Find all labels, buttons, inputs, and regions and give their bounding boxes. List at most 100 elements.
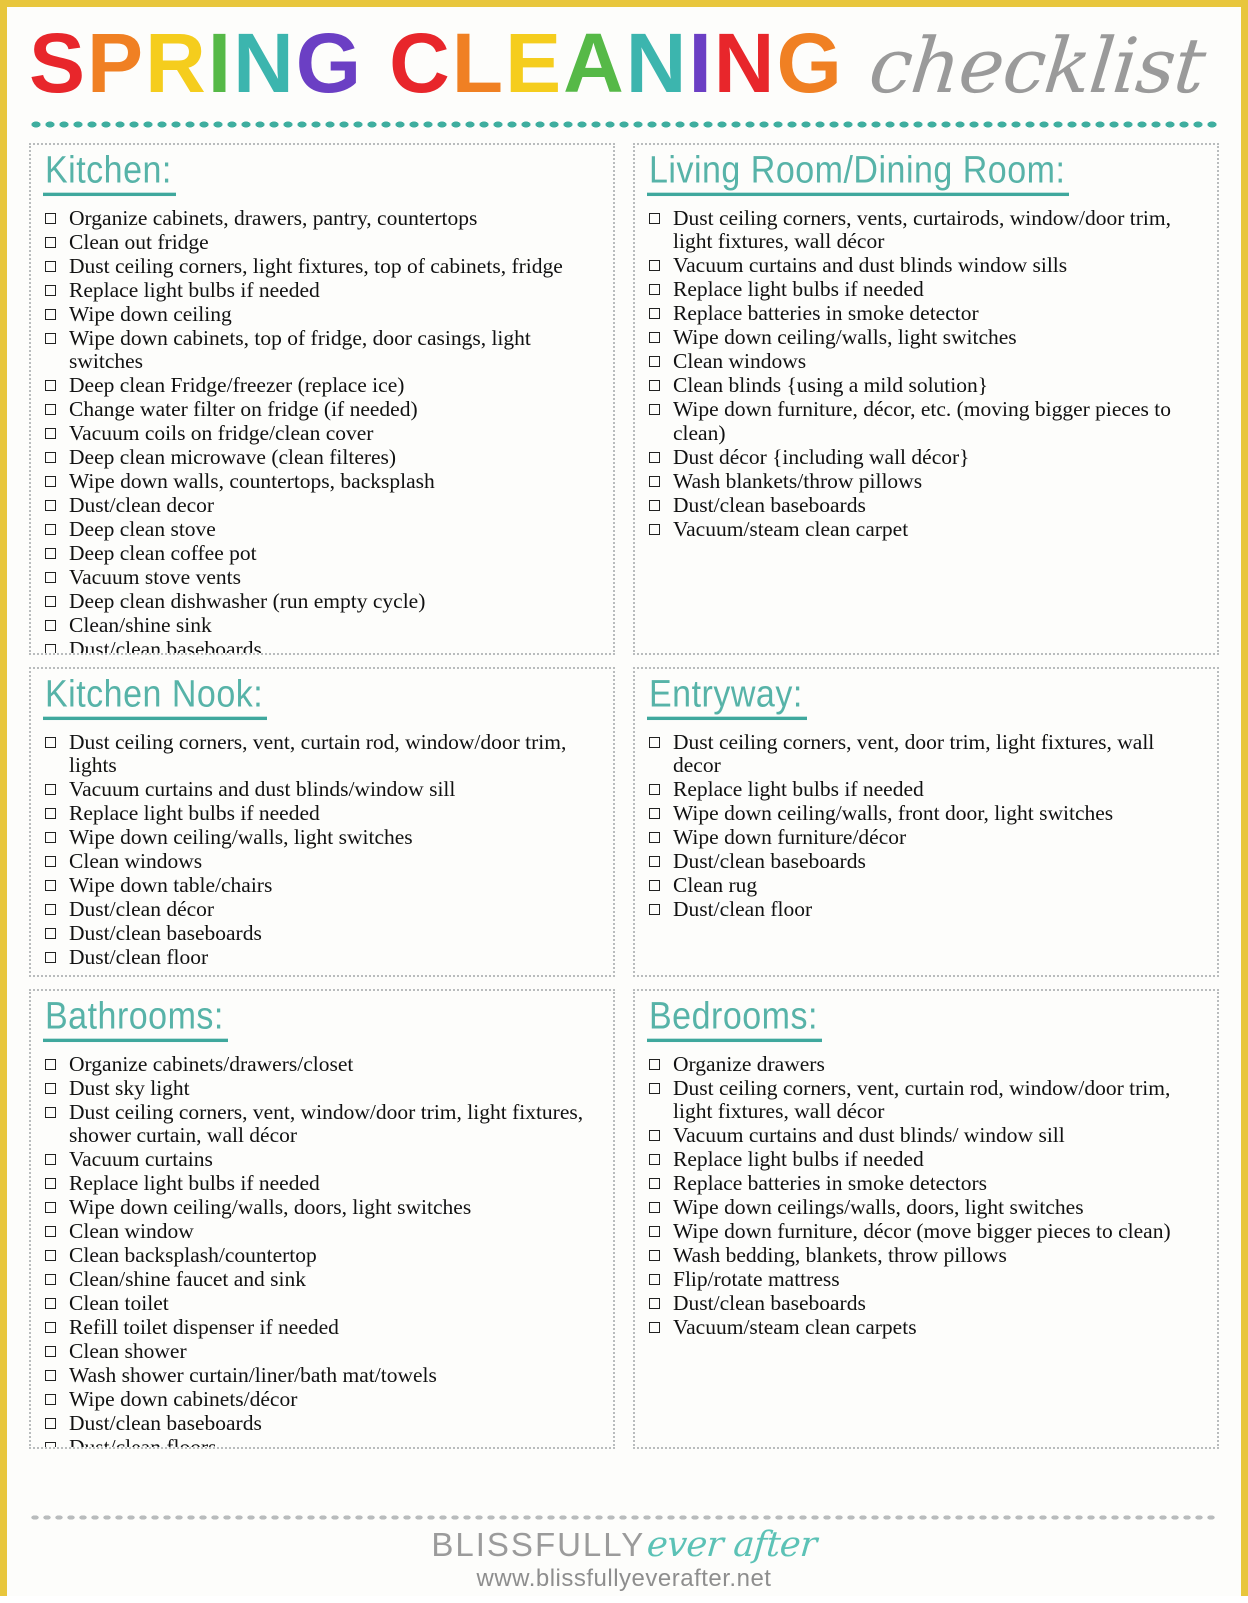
checklist-item[interactable]: Replace light bulbs if needed	[43, 802, 603, 826]
checkbox-icon[interactable]	[45, 1274, 56, 1286]
checkbox-icon[interactable]	[649, 1058, 660, 1070]
checkbox-icon[interactable]	[45, 1346, 56, 1358]
checkbox-icon[interactable]	[649, 832, 660, 844]
checkbox-icon[interactable]	[45, 1370, 56, 1382]
checklist-item[interactable]: Clean windows	[43, 850, 603, 874]
checkbox-icon[interactable]	[649, 1298, 660, 1310]
checkbox-icon[interactable]	[45, 524, 56, 536]
checkbox-icon[interactable]	[45, 736, 56, 748]
checkbox-icon[interactable]	[45, 284, 56, 296]
checklist-item[interactable]: Dust ceiling corners, vent, window/door …	[43, 1100, 603, 1148]
checklist-item[interactable]: Dust ceiling corners, vent, curtain rod,…	[647, 1076, 1207, 1124]
checklist-item[interactable]: Replace light bulbs if needed	[647, 278, 1207, 302]
checklist-item[interactable]: Dust/clean baseboards	[647, 1292, 1207, 1316]
checkbox-icon[interactable]	[45, 880, 56, 892]
checkbox-icon[interactable]	[45, 856, 56, 868]
checklist-item[interactable]: Wipe down ceiling/walls, light switches	[647, 326, 1207, 350]
checklist-item[interactable]: Deep clean Fridge/freezer (replace ice)	[43, 374, 603, 398]
checkbox-icon[interactable]	[649, 1274, 660, 1286]
checkbox-icon[interactable]	[649, 523, 660, 535]
checklist-item[interactable]: Wipe down ceiling	[43, 302, 603, 327]
checklist-item[interactable]: Wipe down ceiling/walls, light switches	[43, 826, 603, 850]
checkbox-icon[interactable]	[45, 260, 56, 272]
checklist-item[interactable]: Dust/clean baseboards	[43, 922, 603, 946]
checklist-item[interactable]: Wipe down ceiling/walls, doors, light sw…	[43, 1196, 603, 1220]
checklist-item[interactable]: Wash shower curtain/liner/bath mat/towel…	[43, 1364, 603, 1388]
checklist-item[interactable]: Wipe down furniture/décor	[647, 826, 1207, 850]
checkbox-icon[interactable]	[649, 1226, 660, 1238]
checklist-item[interactable]: Vacuum coils on fridge/clean cover	[43, 422, 603, 446]
checkbox-icon[interactable]	[649, 1154, 660, 1166]
checkbox-icon[interactable]	[45, 1226, 56, 1238]
checklist-item[interactable]: Flip/rotate mattress	[647, 1268, 1207, 1292]
checkbox-icon[interactable]	[45, 452, 56, 464]
checklist-item[interactable]: Refill toilet dispenser if needed	[43, 1316, 603, 1340]
checklist-item[interactable]: Deep clean coffee pot	[43, 542, 603, 566]
checklist-item[interactable]: Wipe down cabinets, top of fridge, door …	[43, 326, 603, 374]
checkbox-icon[interactable]	[45, 476, 56, 488]
checkbox-icon[interactable]	[45, 548, 56, 560]
checkbox-icon[interactable]	[45, 928, 56, 940]
checklist-item[interactable]: Dust ceiling corners, vent, curtain rod,…	[43, 730, 603, 778]
checklist-item[interactable]: Dust/clean floor	[647, 898, 1207, 922]
checkbox-icon[interactable]	[45, 644, 56, 653]
checklist-item[interactable]: Clean backsplash/countertop	[43, 1244, 603, 1268]
checkbox-icon[interactable]	[45, 596, 56, 608]
checklist-item[interactable]: Replace light bulbs if needed	[647, 778, 1207, 802]
checkbox-icon[interactable]	[45, 500, 56, 512]
checkbox-icon[interactable]	[45, 1250, 56, 1262]
checkbox-icon[interactable]	[649, 332, 660, 344]
checklist-item[interactable]: Dust/clean baseboards	[647, 493, 1207, 518]
checklist-item[interactable]: Dust/clean décor	[43, 898, 603, 922]
checkbox-icon[interactable]	[649, 1178, 660, 1190]
checkbox-icon[interactable]	[45, 332, 56, 344]
checklist-item[interactable]: Dust/clean baseboards	[43, 1412, 603, 1436]
checkbox-icon[interactable]	[45, 1298, 56, 1310]
checklist-item[interactable]: Vacuum curtains and dust blinds window s…	[647, 254, 1207, 278]
checklist-item[interactable]: Dust sky light	[43, 1076, 603, 1101]
checklist-item[interactable]: Wipe down ceilings/walls, doors, light s…	[647, 1196, 1207, 1220]
checkbox-icon[interactable]	[45, 952, 56, 964]
checklist-item[interactable]: Vacuum curtains	[43, 1148, 603, 1172]
checkbox-icon[interactable]	[45, 236, 56, 248]
checkbox-icon[interactable]	[45, 808, 56, 820]
checkbox-icon[interactable]	[649, 499, 660, 511]
checklist-item[interactable]: Replace light bulbs if needed	[43, 278, 603, 303]
checklist-item[interactable]: Wipe down walls, countertops, backsplash	[43, 470, 603, 494]
checklist-item[interactable]: Vacuum stove vents	[43, 566, 603, 590]
checklist-item[interactable]: Vacuum curtains and dust blinds/ window …	[647, 1124, 1207, 1148]
checklist-item[interactable]: Replace batteries in smoke detectors	[647, 1172, 1207, 1196]
checkbox-icon[interactable]	[45, 904, 56, 916]
checklist-item[interactable]: Clean toilet	[43, 1292, 603, 1316]
checkbox-icon[interactable]	[649, 1250, 660, 1262]
checkbox-icon[interactable]	[45, 428, 56, 440]
checklist-item[interactable]: Replace batteries in smoke detector	[647, 302, 1207, 326]
checklist-item[interactable]: Wash blankets/throw pillows	[647, 469, 1207, 494]
checkbox-icon[interactable]	[45, 1418, 56, 1430]
checkbox-icon[interactable]	[45, 308, 56, 320]
checklist-item[interactable]: Dust/clean floor	[43, 946, 603, 970]
checkbox-icon[interactable]	[45, 1322, 56, 1334]
checkbox-icon[interactable]	[45, 1442, 56, 1447]
checklist-item[interactable]: Wipe down furniture, décor, etc. (moving…	[647, 397, 1207, 445]
checklist-item[interactable]: Dust/clean baseboards	[43, 638, 603, 653]
checklist-item[interactable]: Dust/clean baseboards	[647, 850, 1207, 874]
checklist-item[interactable]: Clean window	[43, 1220, 603, 1244]
checkbox-icon[interactable]	[45, 1178, 56, 1190]
checkbox-icon[interactable]	[649, 784, 660, 796]
checkbox-icon[interactable]	[649, 808, 660, 820]
checkbox-icon[interactable]	[649, 308, 660, 320]
checklist-item[interactable]: Dust ceiling corners, vent, door trim, l…	[647, 730, 1207, 778]
checklist-item[interactable]: Wash bedding, blankets, throw pillows	[647, 1244, 1207, 1268]
checkbox-icon[interactable]	[45, 832, 56, 844]
checklist-item[interactable]: Dust/clean decor	[43, 494, 603, 518]
checkbox-icon[interactable]	[649, 880, 660, 892]
checkbox-icon[interactable]	[649, 736, 660, 748]
checkbox-icon[interactable]	[45, 1154, 56, 1166]
checkbox-icon[interactable]	[45, 212, 56, 224]
checkbox-icon[interactable]	[649, 1130, 660, 1142]
checklist-item[interactable]: Deep clean microwave (clean filteres)	[43, 446, 603, 470]
checklist-item[interactable]: Wipe down table/chairs	[43, 874, 603, 898]
checklist-item[interactable]: Replace light bulbs if needed	[43, 1172, 603, 1196]
checklist-item[interactable]: Clean windows	[647, 350, 1207, 374]
